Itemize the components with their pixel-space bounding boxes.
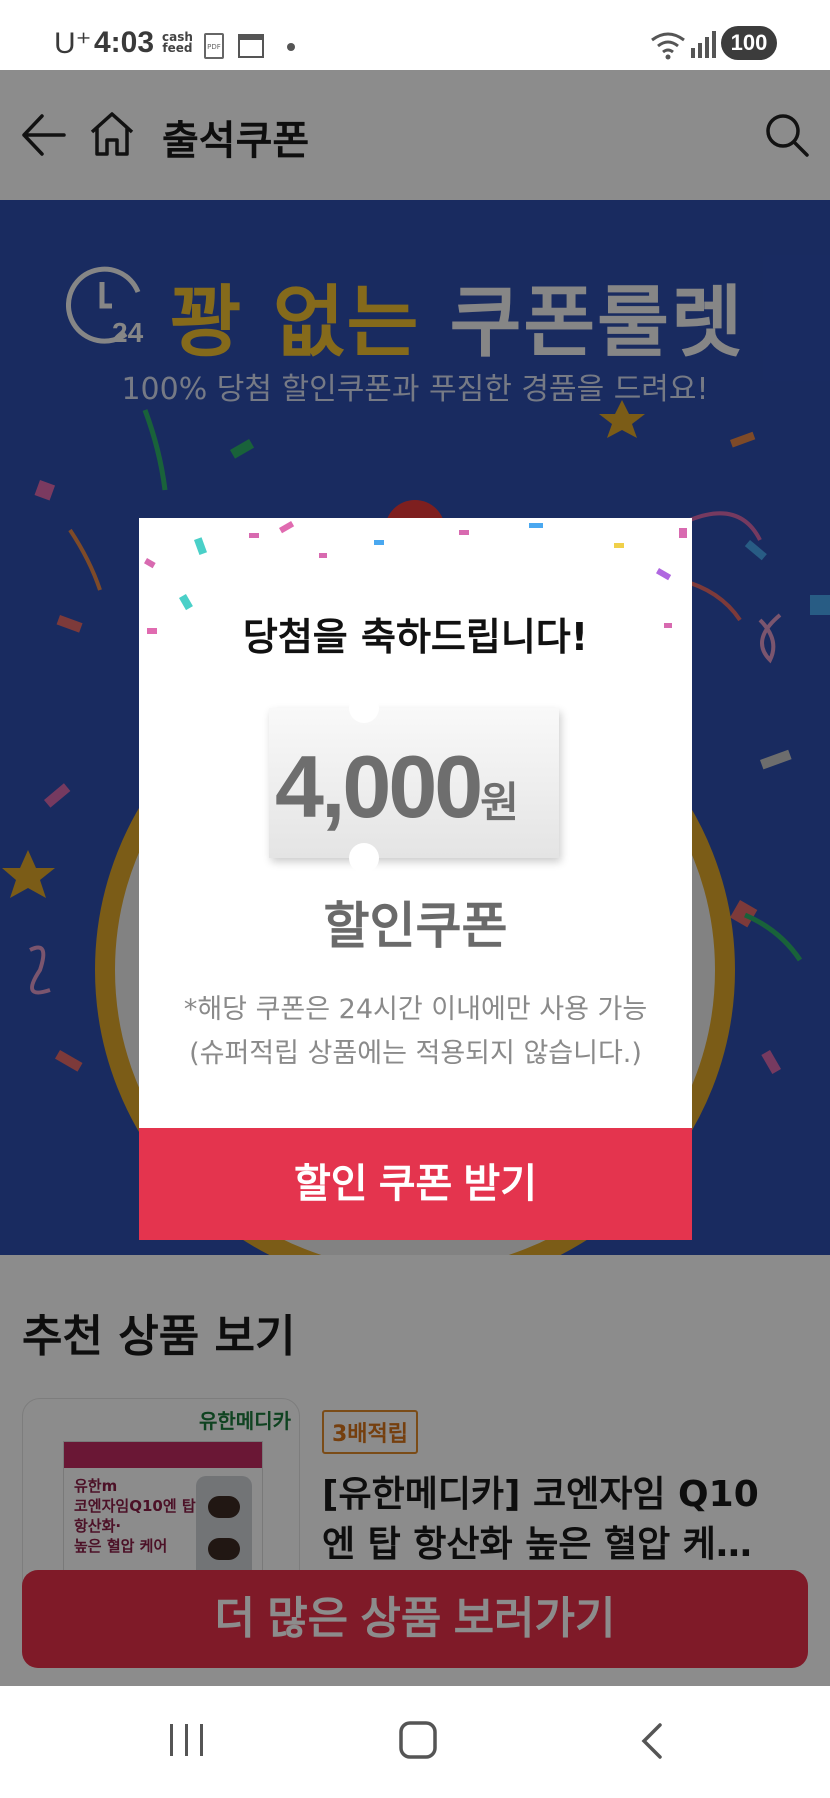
battery-indicator: 100 — [721, 26, 777, 60]
nav-back-icon[interactable] — [638, 1722, 664, 1760]
coupon-amount: 4,000원 — [275, 736, 519, 838]
get-coupon-button[interactable]: 할인 쿠폰 받기 — [139, 1128, 692, 1240]
coupon-note-line1: *해당 쿠폰은 24시간 이내에만 사용 가능 — [183, 994, 648, 1025]
calendar-icon — [238, 34, 264, 58]
carrier-label: U⁺ — [54, 27, 92, 60]
coupon-note-line2: (슈퍼적립 상품에는 적용되지 않습니다.) — [189, 1038, 642, 1069]
cashfeed-icon: cash feed — [162, 31, 193, 55]
nav-home-icon[interactable] — [398, 1720, 438, 1760]
coupon-note: *해당 쿠폰은 24시간 이내에만 사용 가능 (슈퍼적립 상품에는 적용되지 … — [139, 988, 692, 1076]
coupon-amount-value: 4,000 — [275, 737, 483, 836]
clock-time: 4:03 — [94, 26, 155, 59]
coupon-label: 할인쿠폰 — [323, 897, 508, 955]
signal-icon — [691, 31, 716, 58]
coupon-notch-bottom — [349, 843, 379, 873]
wifi-icon — [651, 32, 685, 60]
system-nav-bar — [0, 1686, 830, 1798]
notification-dot-icon — [287, 43, 295, 51]
status-bar: U⁺ 4:03 cash feed PDF 100 — [0, 0, 830, 70]
coupon-ticket: 4,000원 — [269, 693, 559, 873]
win-modal: 당첨을 축하드립니다! 4,000원 할인쿠폰 *해당 쿠폰은 24시간 이내에… — [139, 518, 692, 1240]
pdf-icon: PDF — [204, 33, 224, 59]
modal-title: 당첨을 축하드립니다! — [242, 615, 589, 659]
coupon-unit: 원 — [480, 779, 519, 826]
pdf-label: PDF — [207, 43, 221, 51]
coupon-notch-top — [349, 693, 379, 723]
recents-icon[interactable] — [168, 1722, 206, 1758]
cashfeed-line2: feed — [162, 41, 193, 55]
